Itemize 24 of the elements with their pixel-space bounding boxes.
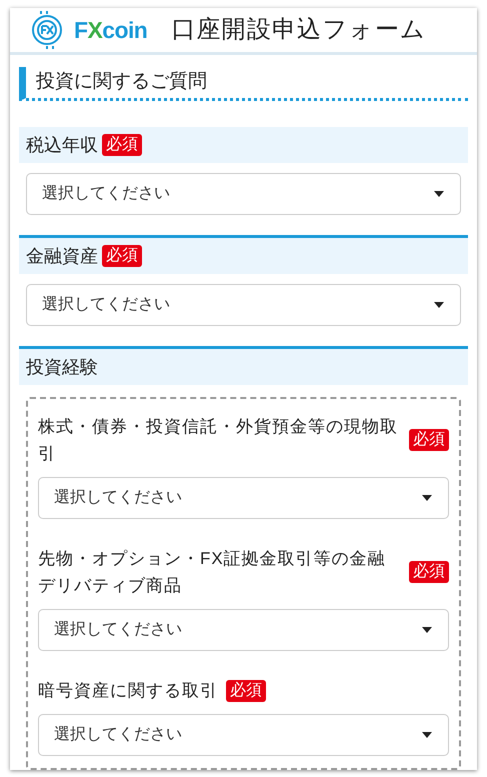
section-heading: 投資に関するご質問	[19, 67, 468, 101]
question-label: 先物・オプション・FX証拠金取引等の金融デリバティブ商品	[38, 548, 387, 597]
caret-icon	[422, 732, 432, 738]
brand-logo-text: FXcoin	[74, 16, 148, 45]
required-badge: 必須	[409, 429, 449, 451]
required-badge: 必須	[409, 561, 449, 583]
select-dropdown[interactable]: 選択してください	[38, 477, 449, 519]
page-title: 口座開設申込フォーム	[171, 15, 426, 45]
select-dropdown[interactable]: 選択してください	[26, 284, 461, 326]
question-label: 税込年収	[26, 134, 98, 156]
question-label: 投資経験	[26, 356, 98, 378]
caret-icon	[434, 191, 444, 197]
question-label: 金融資産	[26, 244, 98, 268]
caret-icon	[434, 302, 444, 308]
select-dropdown[interactable]: 選択してください	[38, 714, 449, 756]
caret-icon	[422, 627, 432, 633]
required-badge: 必須	[102, 245, 142, 267]
question-label: 暗号資産に関する取引	[38, 680, 218, 702]
caret-icon	[422, 495, 432, 501]
select-dropdown[interactable]: 選択してください	[26, 173, 461, 215]
question-label: 株式・債券・投資信託・外貨預金等の現物取引	[38, 416, 399, 465]
required-badge: 必須	[226, 680, 266, 702]
required-badge: 必須	[102, 134, 142, 156]
select-dropdown[interactable]: 選択してください	[38, 609, 449, 651]
